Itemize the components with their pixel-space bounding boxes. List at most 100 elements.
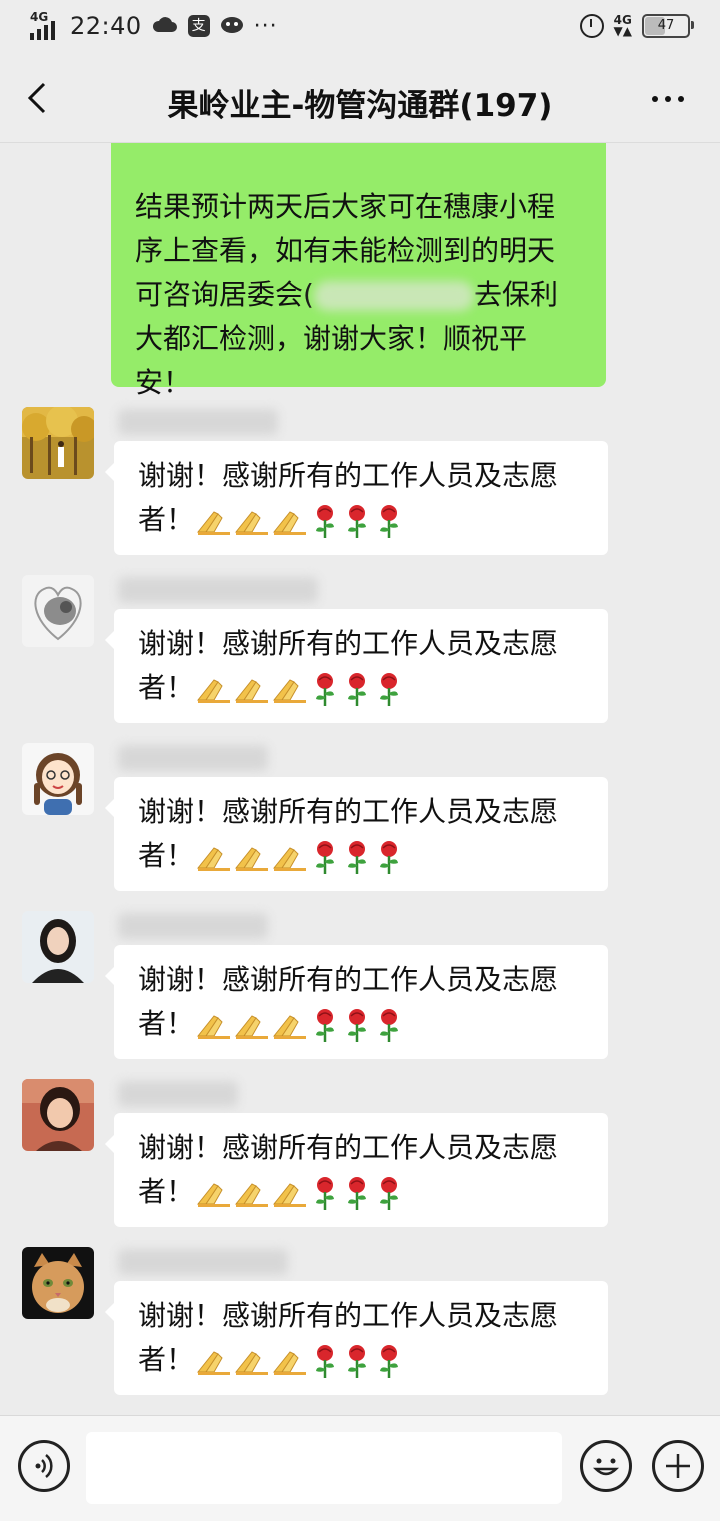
rose-emoji: [310, 1343, 340, 1379]
message-bubble[interactable]: 谢谢！感谢所有的工作人员及志愿 者！: [105, 441, 608, 555]
battery-level: 47: [657, 18, 675, 33]
blurred-nickname: [118, 577, 318, 603]
more-actions-button[interactable]: [652, 1440, 704, 1492]
pray-emoji: [234, 506, 270, 536]
message-text: 者！: [138, 1007, 195, 1040]
message-line: 大都汇检测，谢谢大家！顺祝平: [135, 322, 528, 355]
pray-emoji: [234, 842, 270, 872]
chat-header: 果岭业主-物管沟通群(197): [0, 56, 720, 143]
alipay-icon: 支: [187, 15, 210, 37]
rose-emoji: [374, 503, 404, 539]
message-bubble[interactable]: 谢谢！感谢所有的工作人员及志愿 者！: [105, 609, 608, 723]
status-time: 22:40: [70, 12, 142, 40]
rose-emoji: [374, 839, 404, 875]
avatar-woman-portrait[interactable]: [22, 911, 94, 983]
pray-emoji: [196, 674, 232, 704]
emoji-row: [194, 839, 404, 875]
message-bubble[interactable]: 谢谢！感谢所有的工作人员及志愿 者！: [105, 1281, 608, 1395]
pray-emoji: [272, 674, 308, 704]
redacted-phone: [313, 281, 474, 311]
truncated-line: [135, 143, 584, 185]
blurred-nickname: [118, 745, 268, 771]
chat-area[interactable]: 结果预计两天后大家可在穗康小程 序上查看，如有未能检测到的明天 可咨询居委会(去…: [0, 143, 720, 1415]
message-text: 可咨询居委会(: [135, 278, 314, 311]
message-line: 者！: [138, 1170, 590, 1214]
avatar-cartoon-girl[interactable]: [22, 743, 94, 815]
pray-emoji: [234, 1010, 270, 1040]
rose-emoji: [310, 1175, 340, 1211]
face-icon: [220, 12, 244, 40]
rose-emoji: [342, 503, 372, 539]
message-line: 者！: [138, 1002, 590, 1046]
blurred-nickname: [118, 1081, 238, 1107]
message-text: 谢谢！感谢所有的工作人员及志愿: [138, 1299, 559, 1332]
voice-button[interactable]: [18, 1440, 70, 1492]
rose-emoji: [310, 503, 340, 539]
network-4g-icon: 4G ▼▲: [613, 13, 632, 38]
emoji-row: [194, 503, 404, 539]
dot-icon: [652, 96, 658, 102]
message-line: 安！: [135, 366, 192, 399]
message-line: 者！: [138, 666, 590, 710]
pray-emoji: [196, 506, 232, 536]
pray-emoji: [272, 506, 308, 536]
rose-emoji: [310, 1007, 340, 1043]
message-text: 谢谢！感谢所有的工作人员及志愿: [138, 459, 559, 492]
dot-icon: [678, 96, 684, 102]
emoji-row: [194, 1007, 404, 1043]
pray-emoji: [234, 1346, 270, 1376]
avatar-trees[interactable]: [22, 407, 94, 479]
message-text: 谢谢！感谢所有的工作人员及志愿: [138, 1131, 559, 1164]
avatar-woman-photo[interactable]: [22, 1079, 94, 1151]
rose-emoji: [342, 1175, 372, 1211]
rose-emoji: [374, 671, 404, 707]
message-row: 谢谢！感谢所有的工作人员及志愿 者！: [0, 743, 720, 911]
rose-emoji: [374, 1343, 404, 1379]
message-text: 谢谢！感谢所有的工作人员及志愿: [138, 795, 559, 828]
avatar-sketch[interactable]: [22, 575, 94, 647]
message-text: 者！: [138, 1343, 195, 1376]
more-notifications-icon: ···: [253, 13, 278, 39]
dot-icon: [665, 96, 671, 102]
pray-emoji: [272, 1010, 308, 1040]
message-row: 谢谢！感谢所有的工作人员及志愿 者！: [0, 911, 720, 1079]
message-row: 谢谢！感谢所有的工作人员及志愿 者！: [0, 407, 720, 575]
pray-emoji: [196, 1178, 232, 1208]
blurred-nickname: [118, 1249, 288, 1275]
more-button[interactable]: [652, 82, 692, 116]
pray-emoji: [272, 1346, 308, 1376]
voice-icon: [35, 1454, 53, 1478]
input-bar: [0, 1415, 720, 1521]
rose-emoji: [342, 671, 372, 707]
pray-emoji: [272, 842, 308, 872]
message-line: 可咨询居委会(去保利: [135, 273, 584, 317]
rose-emoji: [374, 1175, 404, 1211]
message-input[interactable]: [86, 1432, 562, 1504]
message-bubble[interactable]: 谢谢！感谢所有的工作人员及志愿 者！: [105, 777, 608, 891]
emoji-row: [194, 1175, 404, 1211]
message-text: 者！: [138, 839, 195, 872]
cloud-icon: [152, 12, 178, 40]
message-text: 谢谢！感谢所有的工作人员及志愿: [138, 627, 559, 660]
battery-icon: 47: [642, 14, 694, 38]
emoji-icon: [592, 1458, 620, 1476]
message-bubble[interactable]: 谢谢！感谢所有的工作人员及志愿 者！: [105, 1113, 608, 1227]
message-row: 谢谢！感谢所有的工作人员及志愿 者！: [0, 1079, 720, 1247]
alarm-icon: [579, 14, 604, 38]
pray-emoji: [272, 1178, 308, 1208]
blurred-nickname: [118, 913, 268, 939]
blurred-nickname: [118, 409, 278, 435]
message-row: 谢谢！感谢所有的工作人员及志愿 者！: [0, 575, 720, 743]
message-text: 者！: [138, 503, 195, 536]
message-line: 者！: [138, 1338, 590, 1382]
message-bubble[interactable]: 谢谢！感谢所有的工作人员及志愿 者！: [105, 945, 608, 1059]
message-text: 者！: [138, 671, 195, 704]
message-text: 谢谢！感谢所有的工作人员及志愿: [138, 963, 559, 996]
emoji-button[interactable]: [580, 1440, 632, 1492]
rose-emoji: [342, 1007, 372, 1043]
rose-emoji: [342, 839, 372, 875]
avatar-cat[interactable]: [22, 1247, 94, 1319]
pray-emoji: [196, 1010, 232, 1040]
signal-icon: 4G: [30, 10, 60, 40]
own-message-bubble[interactable]: 结果预计两天后大家可在穗康小程 序上查看，如有未能检测到的明天 可咨询居委会(去…: [111, 143, 606, 399]
